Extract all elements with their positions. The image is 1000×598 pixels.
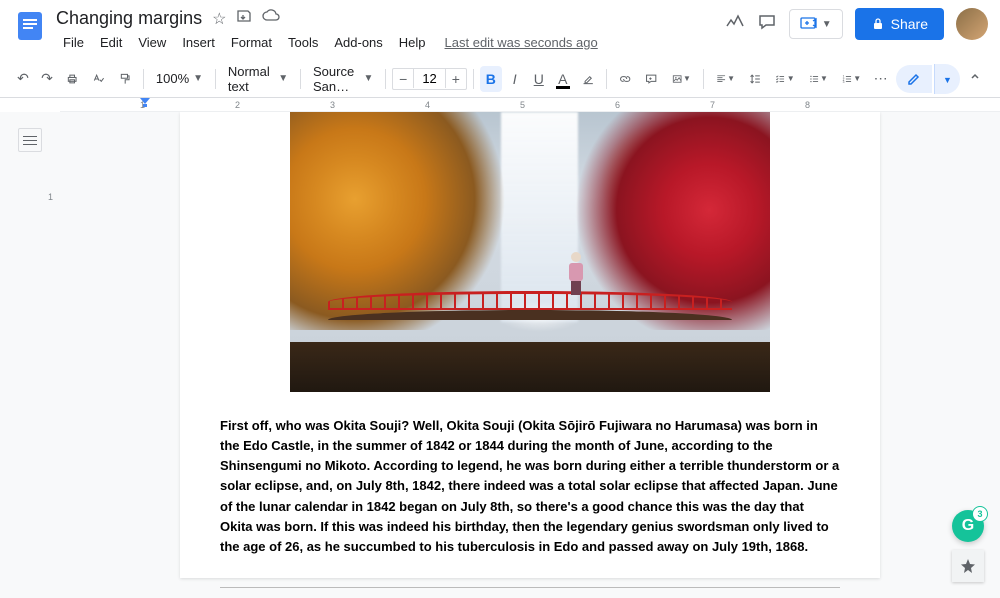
vertical-ruler[interactable]: 1 — [48, 112, 60, 598]
last-edit-link[interactable]: Last edit was seconds ago — [445, 35, 598, 50]
share-label: Share — [891, 16, 928, 32]
zoom-select[interactable]: 100%▼ — [150, 67, 209, 90]
avatar[interactable] — [956, 8, 988, 40]
menu-insert[interactable]: Insert — [175, 31, 222, 54]
page-container[interactable]: First off, who was Okita Souji? Well, Ok… — [60, 112, 1000, 598]
bulleted-list-button[interactable]: ▼ — [803, 66, 834, 92]
present-icon — [800, 16, 818, 32]
menu-help[interactable]: Help — [392, 31, 433, 54]
insert-link-button[interactable] — [613, 66, 637, 92]
print-button[interactable] — [60, 66, 84, 92]
font-select[interactable]: Source San…▼ — [307, 60, 379, 98]
ruler-mark: 1 — [140, 100, 145, 110]
document-title[interactable]: Changing margins — [56, 8, 202, 29]
grammarly-button[interactable]: G — [952, 510, 984, 542]
activity-icon[interactable] — [725, 12, 745, 37]
redo-button[interactable]: ↷ — [36, 66, 58, 92]
insert-comment-button[interactable] — [639, 66, 663, 92]
spellcheck-button[interactable] — [86, 66, 110, 92]
menu-addons[interactable]: Add-ons — [327, 31, 389, 54]
lock-icon — [871, 17, 885, 31]
insert-image-button[interactable]: ▼ — [666, 66, 697, 92]
font-size-value[interactable]: 12 — [413, 69, 445, 88]
menu-edit[interactable]: Edit — [93, 31, 129, 54]
font-size-increase[interactable]: + — [446, 69, 466, 89]
docs-logo-icon[interactable] — [12, 8, 48, 44]
svg-text:3: 3 — [843, 79, 845, 83]
ruler-mark: 7 — [710, 100, 715, 110]
ruler-mark: 4 — [425, 100, 430, 110]
ruler-mark: 1 — [48, 192, 53, 202]
text-color-button[interactable]: A — [552, 66, 574, 92]
move-icon[interactable] — [236, 8, 252, 29]
menu-tools[interactable]: Tools — [281, 31, 325, 54]
align-button[interactable]: ▼ — [710, 66, 741, 92]
numbered-list-button[interactable]: 123▼ — [836, 66, 867, 92]
share-button[interactable]: Share — [855, 8, 944, 40]
comments-icon[interactable] — [757, 12, 777, 37]
style-select[interactable]: Normal text▼ — [222, 60, 294, 98]
ruler-mark: 2 — [235, 100, 240, 110]
document-body-text[interactable]: First off, who was Okita Souji? Well, Ok… — [220, 416, 840, 557]
paint-format-button[interactable] — [113, 66, 137, 92]
header: Changing margins ☆ File Edit View Insert… — [0, 0, 1000, 60]
highlight-button[interactable] — [576, 66, 600, 92]
outline-button[interactable] — [18, 128, 42, 152]
collapse-toolbar-button[interactable] — [962, 63, 988, 94]
more-button[interactable]: ⋯ — [869, 66, 892, 92]
line-spacing-button[interactable] — [743, 66, 767, 92]
ruler-mark: 8 — [805, 100, 810, 110]
explore-button[interactable] — [952, 550, 984, 582]
italic-button[interactable]: I — [504, 66, 526, 92]
font-size-decrease[interactable]: − — [393, 69, 413, 89]
editing-mode-button[interactable] — [896, 65, 932, 93]
document-image[interactable] — [290, 112, 770, 392]
checklist-button[interactable]: ▼ — [769, 66, 800, 92]
ruler-mark: 3 — [330, 100, 335, 110]
editing-mode-dropdown[interactable]: ▼ — [934, 64, 960, 94]
cloud-status-icon[interactable] — [262, 9, 280, 28]
page: First off, who was Okita Souji? Well, Ok… — [180, 112, 880, 578]
chevron-down-icon: ▼ — [822, 19, 832, 30]
bold-button[interactable]: B — [480, 66, 502, 92]
divider — [220, 587, 840, 588]
underline-button[interactable]: U — [528, 66, 550, 92]
horizontal-ruler[interactable]: 1 2 3 4 5 6 7 8 — [60, 98, 1000, 112]
toolbar: ↶ ↷ 100%▼ Normal text▼ Source San…▼ − 12… — [0, 60, 1000, 98]
menu-view[interactable]: View — [131, 31, 173, 54]
star-icon[interactable]: ☆ — [212, 9, 226, 29]
font-size-control: − 12 + — [392, 68, 467, 90]
ruler-mark: 5 — [520, 100, 525, 110]
present-button[interactable]: ▼ — [789, 9, 843, 39]
ruler-mark: 6 — [615, 100, 620, 110]
menu-file[interactable]: File — [56, 31, 91, 54]
menu-bar: File Edit View Insert Format Tools Add-o… — [56, 31, 725, 54]
menu-format[interactable]: Format — [224, 31, 279, 54]
undo-button[interactable]: ↶ — [12, 66, 34, 92]
